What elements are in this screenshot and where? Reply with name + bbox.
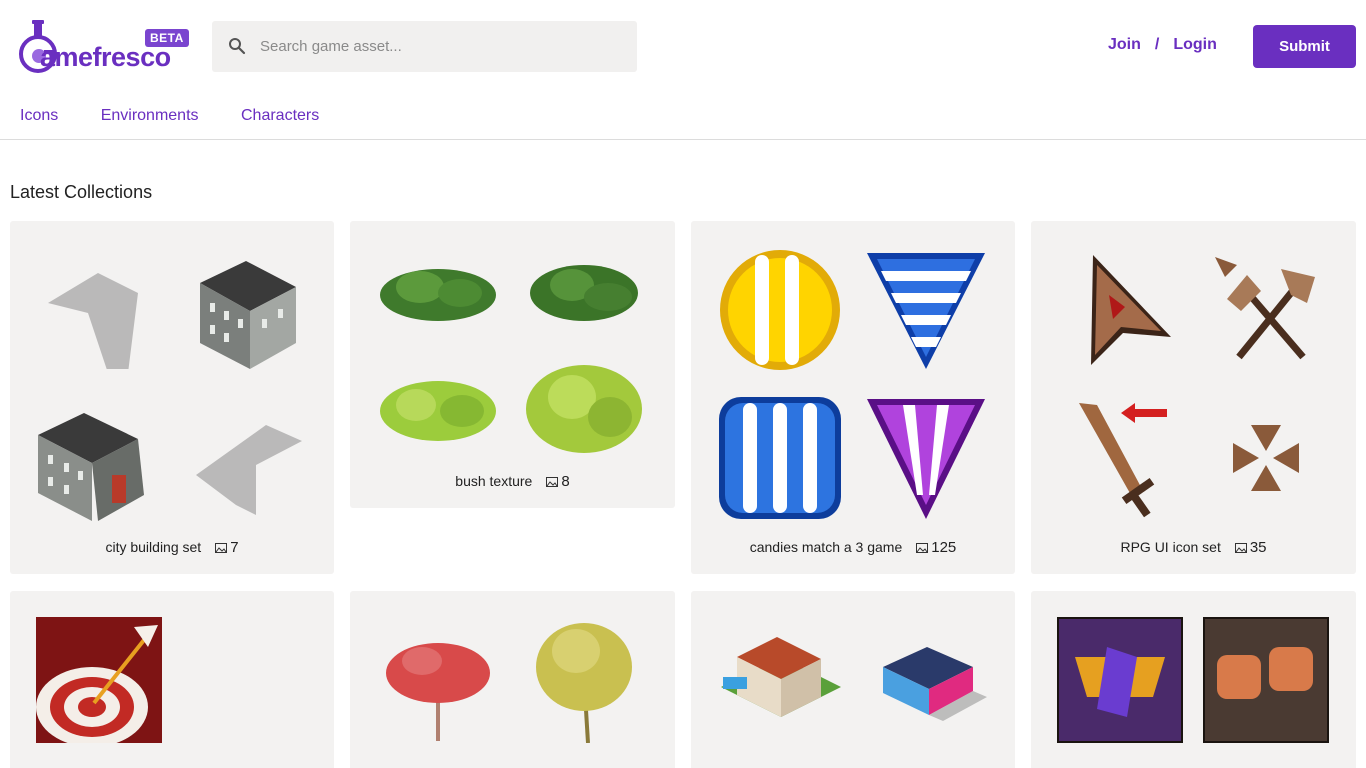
bush-thumb — [526, 365, 642, 453]
search-box[interactable] — [212, 21, 637, 72]
search-icon — [229, 38, 246, 55]
blue-square-candy-thumb — [719, 397, 841, 519]
image-count-icon — [215, 543, 228, 553]
collection-count: 7 — [230, 539, 239, 556]
image-count-icon — [1234, 543, 1247, 553]
collection-card[interactable]: city building set 7 — [10, 221, 334, 574]
nav-environments[interactable]: Environments — [101, 107, 199, 124]
cursor-arrow-thumb — [1091, 255, 1171, 365]
collection-caption: RPG UI icon set 35 — [1031, 539, 1356, 556]
auth-separator: / — [1154, 36, 1160, 53]
building-thumb — [200, 261, 296, 369]
store-thumb — [883, 647, 987, 721]
collection-card[interactable] — [10, 591, 334, 768]
collection-card[interactable]: RPG UI icon set 35 — [1031, 221, 1356, 574]
purple-triangle-candy-thumb — [867, 399, 985, 519]
yellow-candy-thumb — [720, 250, 840, 370]
building-thumb — [38, 413, 144, 521]
target-arrow-thumb — [36, 617, 162, 743]
blue-triangle-candy-thumb — [867, 253, 985, 369]
collection-caption: candies match a 3 game 125 — [691, 539, 1015, 556]
dice-thumb — [1203, 617, 1329, 743]
bush-thumb — [380, 381, 496, 441]
logo[interactable]: amefresco BETA — [18, 18, 194, 76]
collection-count: 35 — [1249, 539, 1267, 556]
image-count-icon — [546, 477, 559, 487]
auth-links: Join / Login — [1108, 36, 1217, 54]
collection-count: 8 — [561, 473, 570, 490]
bush-thumb — [530, 265, 638, 321]
header: amefresco BETA Join / Login Submit Icons E… — [0, 0, 1366, 140]
nav-icons[interactable]: Icons — [20, 107, 58, 124]
red-tree-thumb — [386, 643, 490, 741]
building-shadow-thumb — [196, 425, 302, 515]
collection-card[interactable] — [350, 591, 675, 768]
collection-title: bush texture — [455, 473, 533, 489]
amulet-thumb — [1057, 617, 1183, 743]
collection-card[interactable]: candies match a 3 game 125 — [691, 221, 1015, 574]
category-nav: Icons Environments Characters — [20, 107, 357, 125]
willow-tree-thumb — [536, 623, 632, 743]
bush-thumb — [380, 269, 496, 321]
submit-button[interactable]: Submit — [1253, 25, 1356, 68]
collection-caption: city building set 7 — [10, 539, 334, 556]
section-title: Latest Collections — [10, 182, 153, 202]
building-shadow-thumb — [48, 273, 138, 369]
collection-caption: bush texture 8 — [350, 473, 675, 490]
login-link[interactable]: Login — [1173, 36, 1217, 53]
house-thumb — [721, 637, 841, 717]
crossed-axes-thumb — [1215, 257, 1315, 360]
collection-title: RPG UI icon set — [1120, 539, 1221, 555]
collection-card[interactable] — [691, 591, 1015, 768]
collection-card[interactable]: bush texture 8 — [350, 221, 675, 508]
beta-badge: BETA — [145, 29, 189, 47]
image-count-icon — [916, 543, 929, 553]
collection-title: candies match a 3 game — [749, 539, 903, 555]
collapse-arrows-thumb — [1233, 425, 1299, 491]
search-input[interactable] — [260, 21, 620, 72]
nav-characters[interactable]: Characters — [241, 107, 319, 124]
collection-title: city building set — [105, 539, 202, 555]
collection-count: 125 — [931, 539, 957, 556]
sword-arrow-thumb — [1079, 403, 1167, 518]
collection-card[interactable] — [1031, 591, 1356, 768]
join-link[interactable]: Join — [1108, 36, 1141, 53]
